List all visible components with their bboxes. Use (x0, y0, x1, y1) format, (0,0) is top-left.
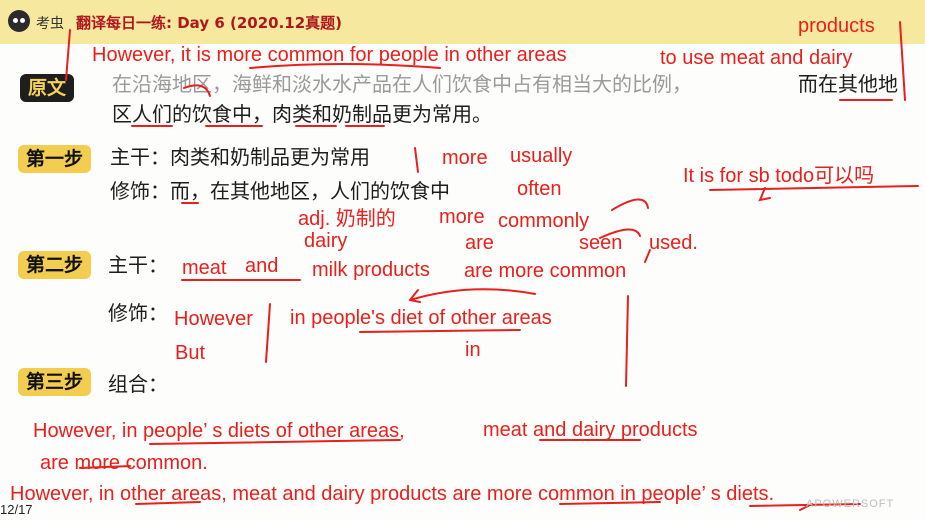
annotation-are-more-common: are more common (464, 260, 627, 282)
ink-stroke-hook-are (611, 198, 649, 211)
ink-stroke-step1-box (414, 147, 419, 173)
original-line1-gray: 在沿海地区，海鲜和淡水水产品在人们饮食中占有相当大的比例， (112, 72, 692, 96)
annotation-used: used. (649, 232, 698, 254)
ink-stroke-short-vertical (265, 303, 271, 363)
lesson-title: 翻译每日一练: Day 6 (2020.12真题) (76, 14, 343, 32)
annotation-final-sentence: However, in other areas, meat and dairy … (10, 483, 775, 505)
annotation-are: are (465, 232, 494, 254)
header-bar: 考虫 翻译每日一练: Day 6 (2020.12真题) (0, 0, 925, 44)
annotation-commonly: commonly (498, 210, 590, 232)
step1-main: 主干：肉类和奶制品更为常用 (110, 145, 370, 169)
original-line1-black: 而在其他地 (798, 72, 898, 96)
ink-stroke-arrow-curve (409, 288, 536, 301)
annotation-milk-products: milk products (312, 259, 430, 281)
step3-label: 组合： (108, 372, 168, 396)
ink-stroke-long-vertical (625, 295, 629, 387)
annotation-it-is-question: It is for sb todo可以吗 (683, 165, 875, 187)
annotation-however: However (174, 308, 253, 330)
page-number: 12/17 (0, 502, 33, 517)
annotation-combined-2: are more common. (40, 452, 208, 474)
step2-main-label: 主干： (108, 253, 168, 277)
annotation-top-sentence-a: However, it is more common for people in… (92, 44, 567, 66)
annotation-more-2: more (439, 206, 485, 228)
annotation-seen: seen (579, 232, 623, 254)
annotation-dairy: dairy (304, 230, 348, 252)
ink-stroke-arrow-it-is (758, 187, 771, 202)
annotation-usually: usually (510, 145, 573, 167)
ink-stroke-arrow-head (409, 289, 421, 303)
annotation-meat: meat (182, 257, 227, 279)
ink-stroke-underline-peoples-diet (359, 329, 521, 333)
annotation-combined-1a: However, in people’ s diets of other are… (33, 420, 405, 442)
annotation-in: in (465, 339, 481, 361)
annotation-top-sentence-b: to use meat and dairy (660, 47, 853, 69)
step3-tag: 第三步 (18, 368, 92, 396)
annotation-and: and (245, 255, 279, 277)
annotation-but: But (175, 342, 206, 364)
kaochong-logo-icon (8, 10, 30, 32)
annotation-often: often (517, 178, 562, 200)
annotation-adj-dairy: adj. 奶制的 (298, 208, 396, 230)
step1-modifier: 修饰：而，在其他地区，人们的饮食中 (110, 179, 450, 203)
annotation-products-top: products (798, 15, 875, 37)
original-tag: 原文 (20, 74, 75, 102)
annotation-combined-1b: meat and dairy products (483, 419, 698, 441)
step2-modifier-label: 修饰： (108, 301, 168, 325)
step2-tag: 第二步 (18, 251, 92, 279)
step1-tag: 第一步 (18, 145, 92, 173)
watermark: APOWERSOFT (806, 498, 895, 510)
original-line2: 区人们的饮食中，肉类和奶制品更为常用。 (112, 102, 492, 126)
brand-name: 考虫 (36, 16, 64, 32)
annotation-more: more (442, 147, 488, 169)
annotation-in-peoples-diet: in people's diet of other areas (290, 307, 552, 329)
